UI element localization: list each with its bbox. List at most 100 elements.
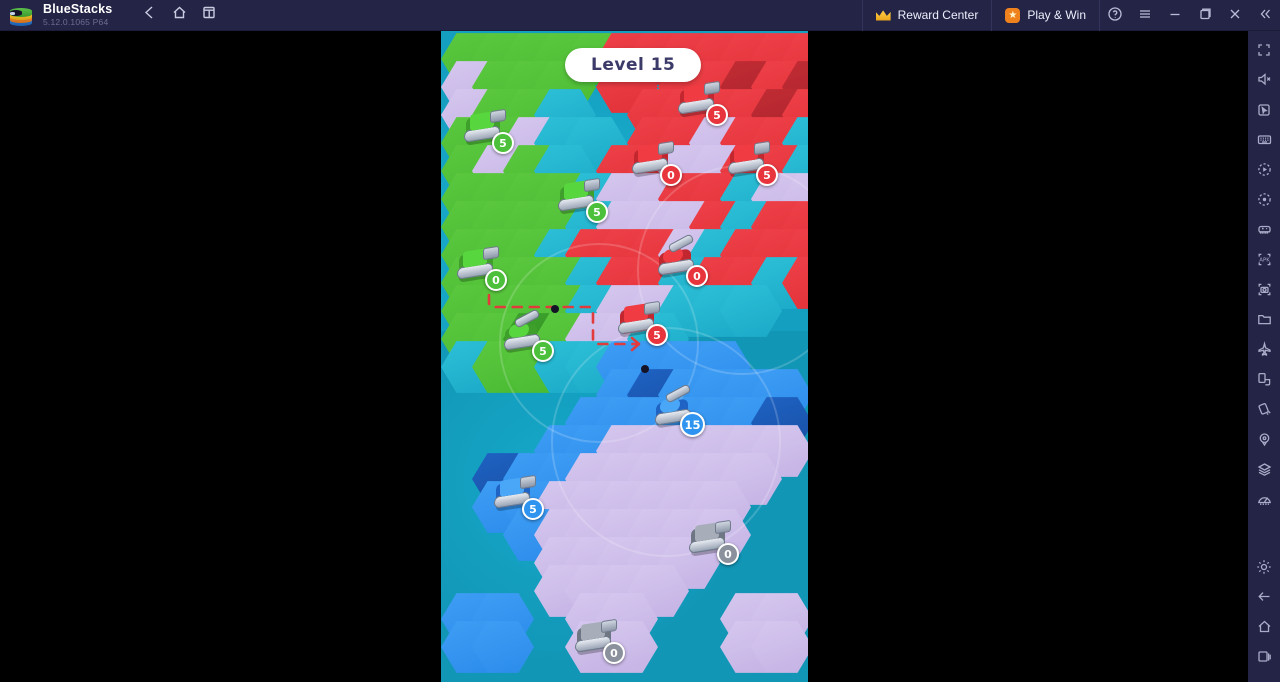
app-title: BlueStacks bbox=[43, 2, 113, 17]
path-node-dot-2 bbox=[641, 365, 649, 373]
tank-guns bbox=[658, 140, 674, 156]
camera-icon bbox=[1256, 281, 1273, 303]
blue-tank-1[interactable]: 5 bbox=[492, 474, 544, 520]
hamburger-icon bbox=[1137, 6, 1153, 25]
blue-turret[interactable]: 15 bbox=[653, 383, 705, 437]
tank-guns bbox=[715, 519, 731, 535]
shake-icon bbox=[1256, 401, 1273, 423]
tank-guns bbox=[490, 108, 506, 124]
arrow-left-icon bbox=[1256, 588, 1273, 610]
apk-install-icon: APK bbox=[1256, 251, 1273, 273]
sidebar-android-back[interactable] bbox=[1249, 584, 1279, 614]
unit-count-badge: 0 bbox=[686, 265, 708, 287]
red-turret[interactable]: 0 bbox=[656, 233, 708, 287]
record-dot-icon bbox=[1256, 191, 1273, 213]
fullscreen-icon bbox=[1256, 42, 1272, 63]
sidebar-eco-mode[interactable] bbox=[1249, 487, 1279, 517]
level-pill: Level 15 bbox=[565, 48, 702, 82]
multi-instance-button[interactable] bbox=[194, 0, 224, 31]
minimize-button[interactable] bbox=[1160, 0, 1190, 31]
sidebar-fullscreen[interactable] bbox=[1249, 37, 1279, 67]
folder-icon bbox=[1256, 311, 1273, 333]
sidebar-media-manager[interactable] bbox=[1249, 307, 1279, 337]
arrow-left-icon bbox=[141, 4, 158, 26]
menu-button[interactable] bbox=[1130, 0, 1160, 31]
airplane-icon bbox=[1256, 341, 1273, 363]
collapse-sidebar-button[interactable] bbox=[1250, 0, 1280, 31]
app-version: 5.12.0.1065 P64 bbox=[43, 16, 109, 27]
close-x-icon bbox=[1227, 6, 1243, 25]
unit-count-badge: 5 bbox=[756, 164, 778, 186]
sidebar-gamepad[interactable] bbox=[1249, 217, 1279, 247]
green-tank-1[interactable]: 5 bbox=[462, 108, 514, 154]
unit-count-badge: 5 bbox=[706, 104, 728, 126]
help-button[interactable] bbox=[1100, 0, 1130, 31]
keyboard-icon bbox=[1256, 131, 1273, 153]
sidebar-rotate[interactable] bbox=[1249, 367, 1279, 397]
layers-icon bbox=[1256, 461, 1273, 483]
sidebar-multi-layer[interactable] bbox=[1249, 457, 1279, 487]
bluestacks-window: BlueStacks 5.12.0.1065 P64 Reward Center bbox=[0, 0, 1280, 682]
unit-count-badge: 0 bbox=[485, 269, 507, 291]
maximize-button[interactable] bbox=[1190, 0, 1220, 31]
rotate-screen-icon bbox=[1256, 371, 1273, 393]
app-identity: BlueStacks 5.12.0.1065 P64 bbox=[43, 3, 112, 26]
reward-center-button[interactable]: Reward Center bbox=[861, 0, 993, 31]
unit-count-badge: 15 bbox=[680, 412, 705, 437]
sidebar-screenshot[interactable] bbox=[1249, 277, 1279, 307]
home-icon bbox=[1256, 618, 1273, 640]
sidebar-mute[interactable] bbox=[1249, 67, 1279, 97]
green-tank-3[interactable]: 0 bbox=[455, 245, 507, 291]
close-button[interactable] bbox=[1220, 0, 1250, 31]
orange-star-badge-icon bbox=[1005, 7, 1021, 23]
unit-count-badge: 0 bbox=[660, 164, 682, 186]
sidebar-settings[interactable] bbox=[1249, 554, 1279, 584]
sidebar-record[interactable] bbox=[1249, 187, 1279, 217]
tank-guns bbox=[483, 245, 499, 261]
windows-stack-icon bbox=[201, 4, 218, 26]
location-pin-icon bbox=[1256, 431, 1273, 453]
sidebar-install-apk[interactable]: APK bbox=[1249, 247, 1279, 277]
minimize-icon bbox=[1167, 6, 1183, 25]
tank-guns bbox=[704, 80, 720, 96]
sidebar-location[interactable] bbox=[1249, 427, 1279, 457]
red-tank-1[interactable]: 5 bbox=[676, 80, 728, 126]
sidebar-cursor[interactable] bbox=[1249, 97, 1279, 127]
home-button[interactable] bbox=[164, 0, 194, 31]
svg-text:APK: APK bbox=[1259, 258, 1270, 264]
speaker-mute-icon bbox=[1256, 71, 1273, 93]
bluestacks-sidebar: APK bbox=[1248, 31, 1280, 682]
sidebar-airplane[interactable] bbox=[1249, 337, 1279, 367]
play-and-win-label: Play & Win bbox=[1027, 8, 1086, 22]
red-tank-2[interactable]: 0 bbox=[630, 140, 682, 186]
green-turret[interactable]: 5 bbox=[502, 308, 554, 362]
play-and-win-button[interactable]: Play & Win bbox=[992, 0, 1100, 31]
tank-guns bbox=[644, 300, 660, 316]
sidebar-android-recents[interactable] bbox=[1249, 644, 1279, 674]
tank-guns bbox=[754, 140, 770, 156]
red-tank-3[interactable]: 5 bbox=[726, 140, 778, 186]
home-icon bbox=[171, 4, 188, 26]
macro-play-icon bbox=[1256, 161, 1273, 183]
bluestacks-logo-icon bbox=[8, 2, 34, 28]
tank-guns bbox=[520, 474, 536, 490]
sidebar-android-home[interactable] bbox=[1249, 614, 1279, 644]
sidebar-macro[interactable] bbox=[1249, 157, 1279, 187]
gear-icon bbox=[1255, 558, 1273, 581]
unit-count-badge: 5 bbox=[532, 340, 554, 362]
reward-center-label: Reward Center bbox=[897, 8, 979, 22]
back-button[interactable] bbox=[134, 0, 164, 31]
path-node-dot-1 bbox=[551, 305, 559, 313]
gamepad-icon bbox=[1256, 221, 1273, 243]
sidebar-shake[interactable] bbox=[1249, 397, 1279, 427]
unit-count-badge: 0 bbox=[603, 642, 625, 664]
android-game-viewport[interactable]: 5 5 0 5 5 0 5 0 5 15 5 0 0 Level 15 bbox=[441, 31, 808, 682]
sidebar-keymapping[interactable] bbox=[1249, 127, 1279, 157]
tank-guns bbox=[584, 177, 600, 193]
green-tank-2[interactable]: 5 bbox=[556, 177, 608, 223]
red-tank-small[interactable]: 5 bbox=[616, 300, 668, 346]
title-bar: BlueStacks 5.12.0.1065 P64 Reward Center bbox=[0, 0, 1280, 31]
gray-tank-1[interactable]: 0 bbox=[687, 519, 739, 565]
gray-tank-2[interactable]: 0 bbox=[573, 618, 625, 664]
unit-count-badge: 0 bbox=[717, 543, 739, 565]
